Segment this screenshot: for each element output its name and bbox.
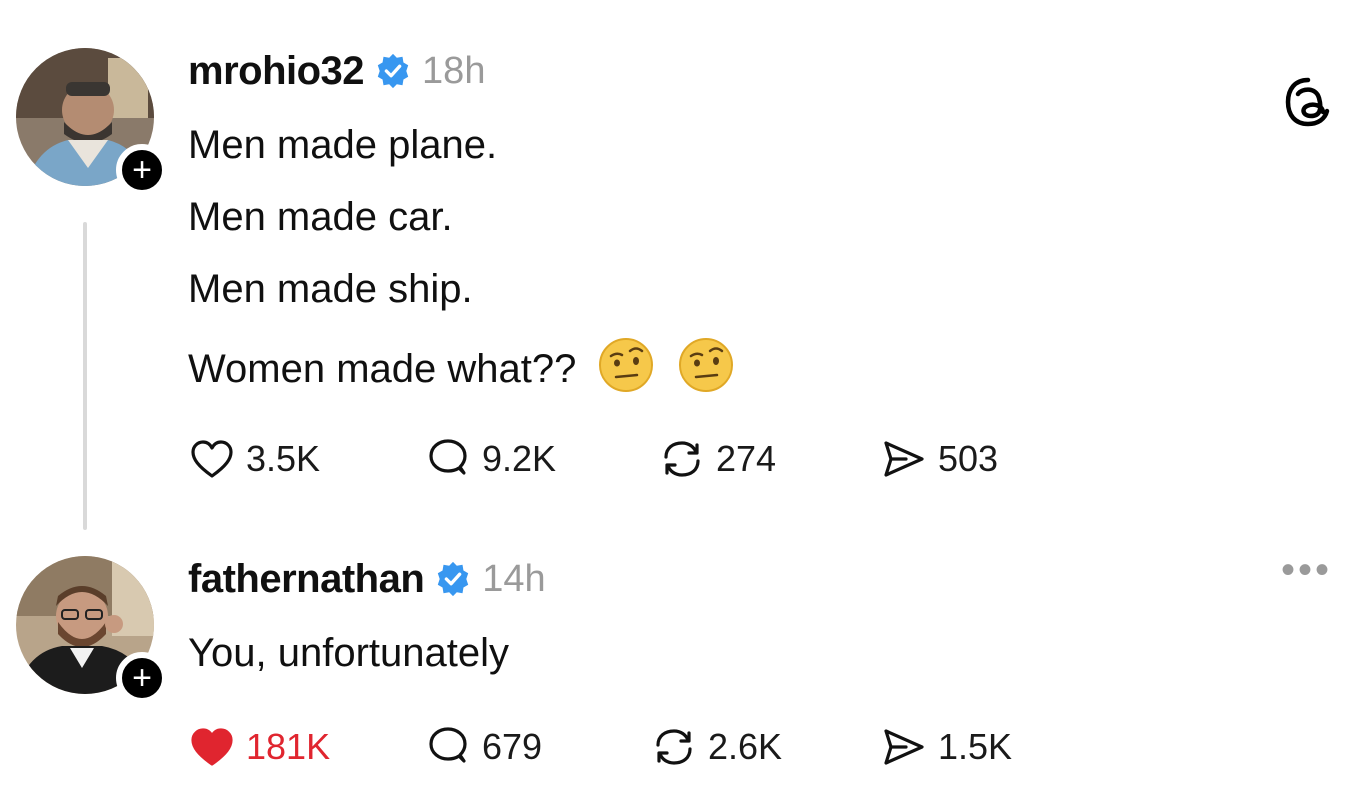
like-button[interactable]: 181K: [188, 722, 330, 772]
post-text-line-with-emoji: Women made what??: [188, 336, 735, 394]
verified-badge-icon: [438, 561, 469, 597]
comment-button[interactable]: 679: [424, 722, 542, 772]
comment-icon: [429, 727, 467, 763]
share-button[interactable]: 1.5K: [880, 722, 1012, 772]
like-count: 3.5K: [246, 438, 321, 479]
thread-connector-line: [83, 222, 87, 530]
raised-eyebrow-emoji-icon: [678, 338, 733, 392]
more-options-icon[interactable]: •••: [1281, 550, 1332, 590]
post-text-line: Women made what??: [188, 347, 577, 391]
repost-button[interactable]: 2.6K: [650, 722, 782, 772]
repost-count: 2.6K: [708, 726, 783, 767]
heart-filled-icon: [191, 728, 233, 766]
username[interactable]: fathernathan: [188, 557, 425, 602]
follow-button[interactable]: +: [116, 652, 168, 704]
heart-icon: [191, 440, 233, 478]
post-header: fathernathan 14h: [188, 554, 546, 604]
username[interactable]: mrohio32: [188, 49, 365, 94]
send-icon: [884, 441, 924, 477]
repost-button[interactable]: 274: [658, 434, 776, 484]
comment-button[interactable]: 9.2K: [424, 434, 556, 484]
raised-eyebrow-emoji-icon: [599, 338, 654, 392]
avatar-fathernathan[interactable]: +: [16, 556, 168, 704]
avatar-mrohio32[interactable]: +: [16, 48, 168, 196]
comment-count: 679: [482, 726, 543, 767]
like-button[interactable]: 3.5K: [188, 434, 320, 484]
comment-count: 9.2K: [482, 438, 557, 479]
repost-count: 274: [716, 438, 777, 479]
repost-icon: [656, 729, 692, 765]
send-icon: [884, 729, 924, 765]
post-text-line: Men made ship.: [188, 267, 473, 311]
post-time: 14h: [482, 557, 546, 600]
like-count: 181K: [246, 726, 331, 767]
share-count: 503: [938, 438, 999, 479]
verified-badge-icon: [377, 53, 409, 89]
share-button[interactable]: 503: [880, 434, 998, 484]
threads-logo-icon[interactable]: [1282, 76, 1334, 128]
post-text-line: You, unfortunately: [188, 631, 509, 675]
post-time: 18h: [422, 49, 486, 92]
post-text-line: Men made car.: [188, 195, 453, 239]
share-count: 1.5K: [938, 726, 1013, 767]
post-text-line: Men made plane.: [188, 123, 498, 167]
post-header: mrohio32 18h: [188, 46, 485, 96]
repost-icon: [664, 441, 700, 477]
follow-button[interactable]: +: [116, 144, 168, 196]
comment-icon: [429, 439, 467, 475]
